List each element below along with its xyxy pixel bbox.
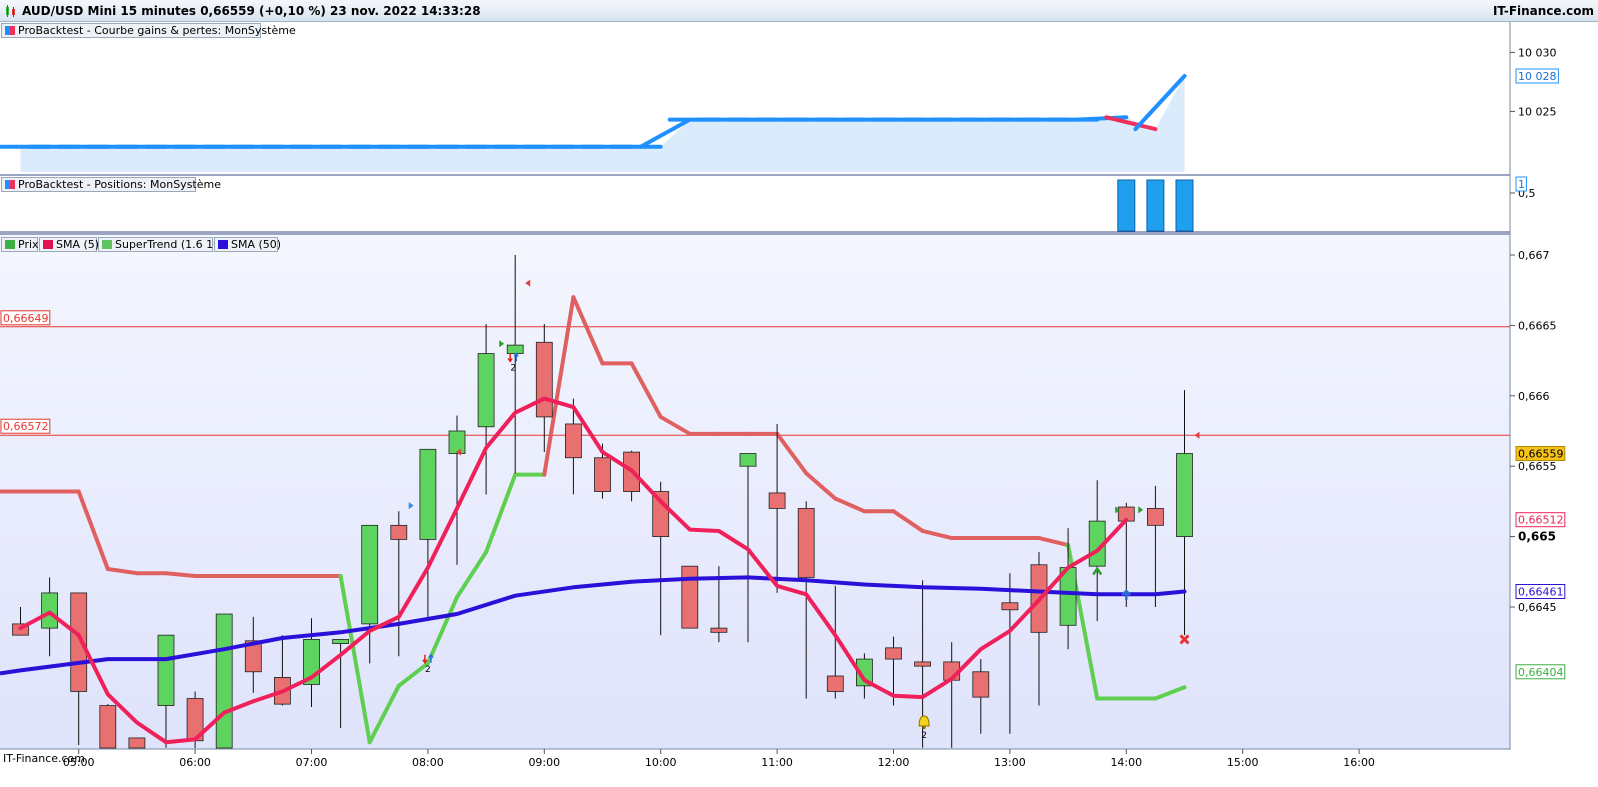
equity-legend-label: ProBacktest - Courbe gains & pertes: Mon… (18, 24, 296, 37)
legend-prix[interactable]: Prix (1, 237, 39, 252)
sma50-value-label: 0,66461 (1518, 586, 1564, 599)
legend-sma5-label: SMA (5) (56, 238, 100, 251)
level-label: 0,66649 (3, 312, 49, 325)
candle-down[interactable] (826, 675, 844, 692)
equity-swatch (5, 26, 15, 35)
candle-up[interactable] (739, 453, 757, 467)
price-tick-label: 0,665 (1518, 530, 1556, 544)
legend-sma50[interactable]: SMA (50) (214, 237, 282, 252)
legend-sma5[interactable]: SMA (5) (39, 237, 100, 252)
level-label: 0,66572 (3, 420, 49, 433)
price-tick-label: 0,666 (1518, 390, 1550, 403)
equity-legend[interactable]: ProBacktest - Courbe gains & pertes: Mon… (1, 23, 296, 38)
candle-up[interactable] (332, 638, 350, 645)
candle-up[interactable] (41, 592, 58, 629)
y-axis-layer: 10 03010 02510 0280,510,6670,66650,6660,… (1510, 46, 1566, 680)
candle-up[interactable] (506, 344, 524, 354)
candle-down[interactable] (535, 341, 553, 418)
positions-swatch (5, 180, 15, 189)
candle-down[interactable] (594, 457, 611, 492)
x-tick-label: 09:00 (528, 756, 560, 769)
legend-prix-label: Prix (18, 238, 39, 251)
x-tick-label: 08:00 (412, 756, 444, 769)
candle-down[interactable] (710, 627, 728, 633)
candle-down[interactable] (914, 661, 931, 667)
candle-up[interactable] (157, 634, 175, 706)
candle-down[interactable] (128, 737, 146, 749)
candle-up[interactable] (361, 524, 379, 625)
x-tick-label: 16:00 (1343, 756, 1375, 769)
price-tick-label: 0,6665 (1518, 319, 1557, 332)
x-tick-label: 10:00 (645, 756, 677, 769)
legend-supertrend[interactable]: SuperTrend (1.6 10) (98, 237, 224, 252)
equity-tick-label: 10 025 (1518, 105, 1557, 118)
candle-up[interactable] (215, 613, 233, 749)
price-tick-label: 0,667 (1518, 249, 1550, 262)
candle-down[interactable] (768, 492, 786, 509)
legend-sma50-label: SMA (50) (231, 238, 282, 251)
x-tick-label: 15:00 (1227, 756, 1259, 769)
positions-layer (1117, 179, 1194, 232)
candle-down[interactable] (972, 671, 990, 698)
position-bar (1146, 179, 1165, 232)
brand-label[interactable]: IT-Finance.com (1493, 4, 1594, 18)
footer-brand: IT-Finance.com (3, 752, 85, 765)
position-bar (1175, 179, 1194, 232)
x-tick-label: 14:00 (1110, 756, 1142, 769)
chart-title: AUD/USD Mini 15 minutes 0,66559 (+0,10 %… (22, 4, 481, 18)
price-tick-label: 0,6655 (1518, 460, 1557, 473)
legend-prix-swatch (5, 240, 15, 249)
candle-down[interactable] (390, 524, 408, 540)
signal-count: 2 (510, 363, 516, 373)
current-price-label: 0,66559 (1518, 448, 1564, 461)
legend-sma5-swatch (43, 240, 53, 249)
signal-count: 2 (921, 731, 927, 741)
equity-last-label: 10 028 (1518, 70, 1557, 83)
legend-sma50-swatch (218, 240, 228, 249)
candle-down[interactable] (1001, 602, 1019, 611)
legend-supertrend-swatch (102, 240, 112, 249)
positions-legend-label: ProBacktest - Positions: MonSystème (18, 178, 221, 191)
equity-tick-label: 10 030 (1518, 46, 1557, 59)
price-tick-label: 0,6645 (1518, 601, 1557, 614)
x-tick-label: 11:00 (761, 756, 793, 769)
candlestick-icon (6, 5, 15, 17)
alert-bell-clapper (922, 725, 926, 730)
positions-legend[interactable]: ProBacktest - Positions: MonSystème (1, 177, 221, 192)
x-tick-label: 12:00 (878, 756, 910, 769)
x-tick-label: 13:00 (994, 756, 1026, 769)
positions-panel-bg (0, 175, 1510, 233)
candle-down[interactable] (565, 423, 582, 459)
candle-down[interactable] (797, 508, 815, 578)
positions-last-label: 1 (1518, 178, 1525, 191)
candle-down[interactable] (885, 647, 902, 660)
title-bar: AUD/USD Mini 15 minutes 0,66559 (+0,10 %… (0, 0, 1598, 22)
x-tick-label: 06:00 (179, 756, 211, 769)
candle-down[interactable] (681, 565, 699, 629)
sma5-value-label: 0,66512 (1518, 514, 1564, 527)
supertrend-value-label: 0,66404 (1518, 666, 1564, 679)
candle-up[interactable] (448, 430, 466, 454)
candle-down[interactable] (1147, 508, 1164, 526)
candle-up[interactable] (477, 353, 495, 428)
chart-canvas[interactable]: 0,666490,66572 222 10 03010 02510 0280,5… (0, 22, 1598, 787)
x-axis-layer: 05:00 06:00 07:00 08:00 09:00 10:00 11:00 12:00… (63, 749, 1375, 769)
legend-supertrend-label: SuperTrend (1.6 10) (115, 238, 225, 251)
x-tick-label: 07:00 (296, 756, 328, 769)
supertrend-down-segment (164, 571, 198, 579)
alert-bell-icon (918, 715, 930, 727)
signal-count: 2 (425, 665, 431, 675)
position-bar (1117, 179, 1136, 232)
candle-down[interactable] (99, 705, 117, 749)
candle-up[interactable] (419, 448, 437, 540)
candle-up[interactable] (1176, 453, 1193, 538)
